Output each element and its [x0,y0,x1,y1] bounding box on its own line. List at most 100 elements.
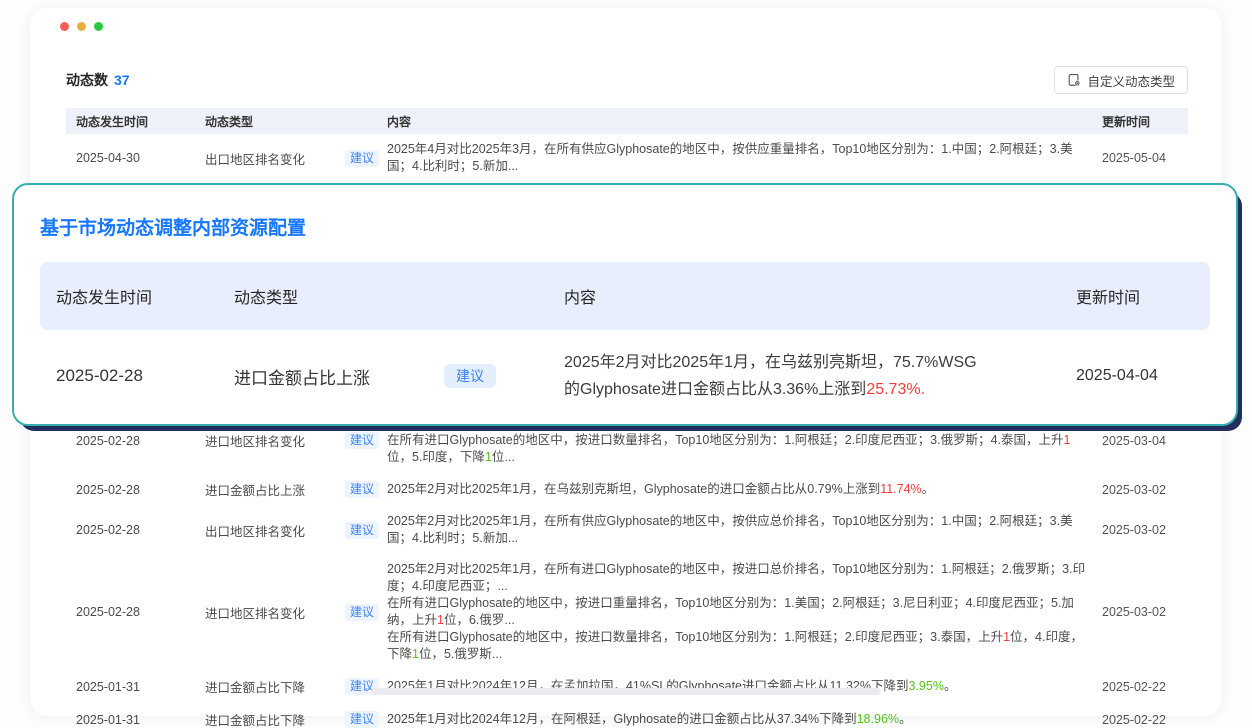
row-content: 2025年2月对比2025年1月，在所有供应Glyphosate的地区中，按供应… [387,513,1102,547]
row-type: 出口地区排名变化 [205,521,345,540]
row-updated: 2025-03-02 [1102,605,1188,619]
overlay-row-content: 2025年2月对比2025年1月，在乌兹别亮斯坦，75.7%WSG 的Glypho… [564,349,1076,403]
content-line: 2025年4月对比2025年3月，在所有供应Glyphosate的地区中，按供应… [387,141,1094,175]
content-line: 在所有进口Glyphosate的地区中，按进口数量排名，Top10地区分别为：1… [387,629,1094,663]
suggestion-badge: 建议 [345,711,379,728]
content-text: 在所有进口Glyphosate的地区中，按进口数量排名，Top10地区分别为：1… [387,433,1064,447]
overlay-row-updated: 2025-04-04 [1076,367,1210,385]
page: 动态数37 自定义动态类型 动态发生时间 动态类型 内容 更新时间 202 [0,0,1252,728]
table-row[interactable]: 2025-04-30出口地区排名变化建议 2025年4月对比2025年3月，在所有… [66,134,1188,182]
suggestion-badge: 建议 [444,364,496,388]
row-updated: 2025-02-22 [1102,680,1188,694]
row-date: 2025-02-28 [76,483,205,497]
row-type: 进口地区排名变化 [205,431,345,450]
minimize-window-button[interactable] [77,22,86,31]
suggestion-badge: 建议 [345,604,379,621]
customize-icon [1067,73,1081,87]
suggestion-badge: 建议 [345,432,379,449]
table-row[interactable]: 2025-01-31进口金额占比下降建议2025年1月对比2024年12月，在孟… [66,670,1188,703]
content-line: 在所有进口Glyphosate的地区中，按进口重量排名，Top10地区分别为：1… [387,595,1094,629]
row-type: 出口地区排名变化 [205,149,345,168]
row-badge-cell: 建议 [345,522,387,539]
row-badge-cell: 建议 [345,150,387,167]
row-date: 2025-02-28 [76,605,205,619]
row-content: 2025年4月对比2025年3月，在所有供应Glyphosate的地区中，按供应… [387,141,1102,175]
header-update-time: 更新时间 [1102,113,1188,130]
highlighted-value: 18.96% [857,712,899,726]
content-text: 2025年2月对比2025年1月，在乌兹别亮斯坦，75.7%WSG [564,354,977,371]
row-updated: 2025-02-22 [1102,713,1188,727]
customize-button-label: 自定义动态类型 [1087,71,1175,90]
window-controls [60,22,103,31]
content-line: 2025年2月对比2025年1月，在所有供应Glyphosate的地区中，按供应… [387,513,1094,547]
content-line: 2025年1月对比2024年12月，在阿根廷，Glyphosate的进口金额占比… [387,711,1094,728]
content-line: 在所有进口Glyphosate的地区中，按进口数量排名，Top10地区分别为：1… [387,432,1094,466]
content-text: 2025年2月对比2025年1月，在乌兹别克斯坦，Glyphosate的进口金额… [387,482,880,496]
close-window-button[interactable] [60,22,69,31]
table-row[interactable]: 2025-02-28进口金额占比上涨建议 2025年2月对比2025年1月，在乌兹… [66,473,1188,506]
overlay-row-type-cell: 进口金额占比上涨 建议 [234,364,564,389]
row-badge-cell: 建议 [345,481,387,498]
row-badge-cell: 建议 [345,432,387,449]
suggestion-badge: 建议 [345,522,379,539]
table-row[interactable]: 2025-02-28进口地区排名变化建议 2025年2月对比2025年1月，在所有… [66,554,1188,670]
content-text: 2025年2月对比2025年1月，在所有供应Glyphosate的地区中，按供应… [387,514,1073,545]
content-text: 位... [492,450,515,464]
row-content: 2025年2月对比2025年1月，在乌兹别克斯坦，Glyphosate的进口金额… [387,481,1102,498]
highlighted-value: 1 [1064,433,1071,447]
highlighted-value: 1 [412,647,419,661]
overlay-row-type: 进口金额占比上涨 [234,364,370,389]
table-row[interactable]: 2025-02-28出口地区排名变化建议 2025年2月对比2025年1月，在所有… [66,506,1188,554]
toolbar: 动态数 37 自定义动态类型 [66,66,1188,94]
content-text: 在所有进口Glyphosate的地区中，按进口数量排名，Top10地区分别为：1… [387,630,1003,644]
table-body-bottom: 2025-02-28进口地区排名变化建议在所有进口Glyphosate的地区中，… [66,408,1188,728]
row-type: 进口金额占比上涨 [205,480,345,499]
row-type: 进口地区排名变化 [205,603,345,622]
content-text: 。 [899,712,912,726]
table-header: 动态发生时间 动态类型 内容 更新时间 [66,108,1188,134]
content-line: 2025年2月对比2025年1月，在所有进口Glyphosate的地区中，按进口… [387,561,1094,595]
row-date: 2025-01-31 [76,680,205,694]
content-text: 2025年2月对比2025年1月，在所有进口Glyphosate的地区中，按进口… [387,562,1085,593]
horizontal-scrollbar[interactable] [371,688,881,695]
header-content: 内容 [387,113,1102,130]
row-date: 2025-02-28 [76,434,205,448]
row-type: 进口金额占比下降 [205,677,345,696]
content-text: 的Glyphosate进口金额占比从3.36%上涨到 [564,381,866,398]
overlay-header-content: 内容 [564,284,1076,308]
dynamics-count: 动态数 37 [66,70,130,90]
overlay-header-update-time: 更新时间 [1076,284,1210,308]
customize-dynamic-type-button[interactable]: 自定义动态类型 [1054,66,1188,94]
table-row[interactable]: 2025-01-31进口金额占比下降建议 2025年1月对比2024年12月，在阿… [66,703,1188,728]
overlay-row-date: 2025-02-28 [56,366,234,386]
row-date: 2025-02-28 [76,523,205,537]
row-updated: 2025-03-02 [1102,483,1188,497]
table-body-top: 2025-04-30出口地区排名变化建议 2025年4月对比2025年3月，在所有… [66,134,1188,182]
content-text: 位，5.俄罗斯... [419,647,502,661]
suggestion-badge: 建议 [345,481,379,498]
overlay-header-occur-time: 动态发生时间 [56,284,234,308]
suggestion-badge: 建议 [345,150,379,167]
content-line: 2025年2月对比2025年1月，在乌兹别克斯坦，Glyphosate的进口金额… [387,481,1094,498]
header-dynamic-type: 动态类型 [205,113,345,130]
row-content: 2025年1月对比2024年12月，在阿根廷，Glyphosate的进口金额占比… [387,711,1102,728]
highlighted-value: 1 [437,613,444,627]
row-date: 2025-01-31 [76,713,205,727]
dynamics-count-label: 动态数 [66,72,108,88]
highlighted-value: 25.73%. [866,381,925,398]
highlight-card: 基于市场动态调整内部资源配置 动态发生时间 动态类型 内容 更新时间 2025-… [12,183,1238,426]
row-date: 2025-04-30 [76,151,205,165]
dynamics-count-value: 37 [114,72,130,88]
maximize-window-button[interactable] [94,22,103,31]
row-content: 2025年2月对比2025年1月，在所有进口Glyphosate的地区中，按进口… [387,561,1102,663]
highlighted-value: 1 [485,450,492,464]
row-type: 进口金额占比下降 [205,710,345,728]
overlay-header-dynamic-type: 动态类型 [234,284,564,308]
overlay-table-row[interactable]: 2025-02-28 进口金额占比上涨 建议 2025年2月对比2025年1月，… [40,330,1210,422]
row-updated: 2025-05-04 [1102,151,1188,165]
row-updated: 2025-03-02 [1102,523,1188,537]
content-text: 2025年1月对比2024年12月，在阿根廷，Glyphosate的进口金额占比… [387,712,857,726]
highlighted-value: 1 [1003,630,1010,644]
content-line: 的Glyphosate进口金额占比从3.36%上涨到25.73%. [564,376,1064,403]
row-updated: 2025-03-04 [1102,434,1188,448]
